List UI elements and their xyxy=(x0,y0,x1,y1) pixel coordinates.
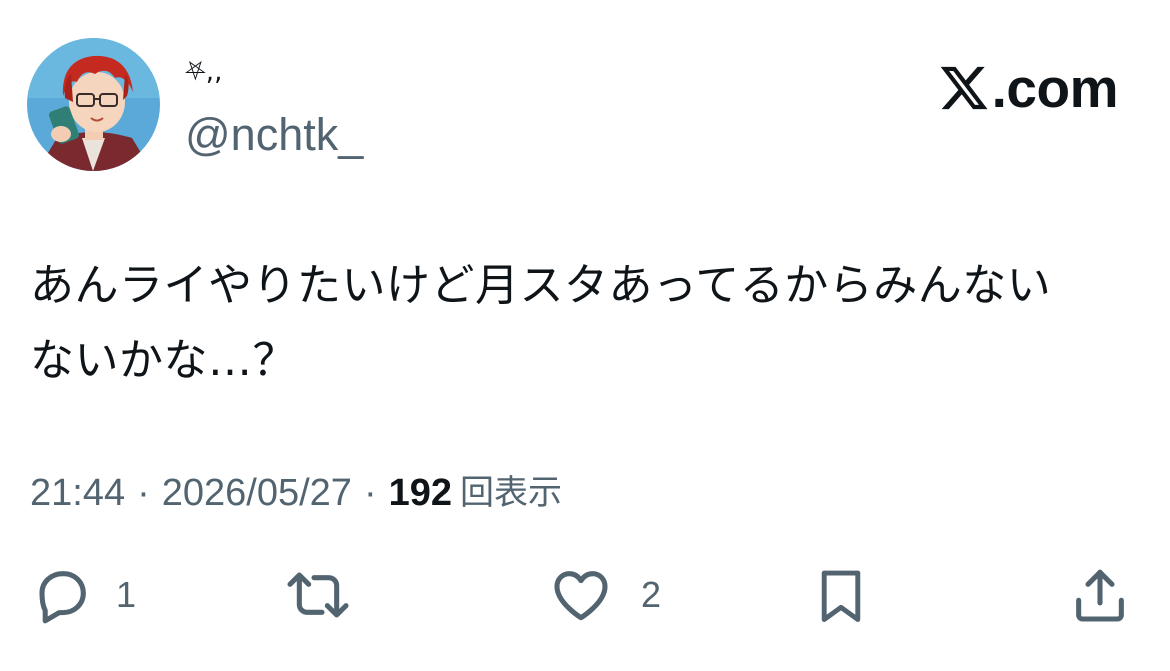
tweet-card: ⛧,, @nchtk_ .com あんライやりたいけど月スタあってるからみんない… xyxy=(0,0,1170,671)
meta-separator: · xyxy=(137,472,150,514)
display-name[interactable]: ⛧,, xyxy=(185,52,222,92)
repost-button[interactable] xyxy=(282,560,354,630)
tweet-text-line: ないかな…？ xyxy=(30,335,297,386)
brand-mark: .com xyxy=(938,56,1119,120)
bookmark-icon xyxy=(821,570,861,622)
views-count: 192 xyxy=(388,472,452,514)
heart-icon xyxy=(554,571,608,621)
user-handle[interactable]: @nchtk_ xyxy=(185,107,363,163)
bookmark-button[interactable] xyxy=(810,560,872,630)
reply-icon xyxy=(39,571,86,624)
tweet-meta: 21:44 · 2026/05/27 · 192 回表示 xyxy=(30,468,562,518)
action-bar: 1 2 xyxy=(0,560,1170,630)
brand-domain-suffix: .com xyxy=(991,57,1119,119)
share-icon xyxy=(1076,569,1124,622)
tweet-text: あんライやりたいけど月スタあってるからみんない ないかな…？ xyxy=(30,248,1140,398)
tweet-date[interactable]: 2026/05/27 xyxy=(162,468,352,518)
avatar-image xyxy=(27,38,160,171)
avatar[interactable] xyxy=(27,38,160,171)
like-button[interactable]: 2 xyxy=(547,560,661,630)
reply-count: 1 xyxy=(116,574,137,615)
like-count: 2 xyxy=(641,574,662,615)
repost-icon xyxy=(287,572,349,618)
tweet-text-line: あんライやりたいけど月スタあってるからみんない xyxy=(30,260,1052,311)
tweet-time[interactable]: 21:44 xyxy=(30,468,125,518)
share-button[interactable] xyxy=(1068,560,1132,630)
views-label: 回表示 xyxy=(460,473,562,513)
reply-button[interactable]: 1 xyxy=(30,560,136,630)
meta-separator: · xyxy=(363,472,377,514)
x-logo-icon xyxy=(940,66,988,110)
